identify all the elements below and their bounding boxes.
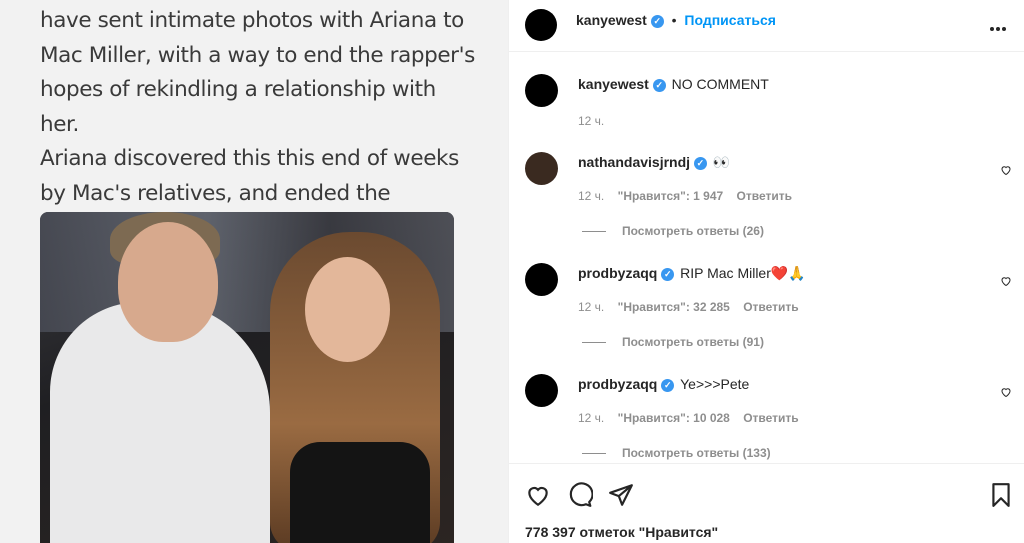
post-actions: 778 397 отметок "Нравится" [509,463,1024,543]
header-username[interactable]: kanyewest [576,12,647,28]
post-image-text: have sent intimate photos with Ariana to… [40,8,475,240]
verified-badge-icon: ✓ [693,156,707,170]
verified-badge-icon: ✓ [661,378,675,392]
view-replies-label: Посмотреть ответы (26) [622,224,764,238]
comment-time[interactable]: 12 ч. [578,411,604,425]
view-replies-button[interactable]: Посмотреть ответы (91) [582,335,764,349]
comment-time[interactable]: 12 ч. [578,300,604,314]
comment-username[interactable]: prodbyzaqq [578,376,657,392]
comment-text: 👀 [712,154,731,170]
heart-icon[interactable] [1000,275,1012,287]
comment-username[interactable]: nathandavisjrndj [578,154,690,170]
comment-likes[interactable]: "Нравится": 32 285 [618,300,730,314]
avatar[interactable] [525,263,558,296]
view-replies-button[interactable]: Посмотреть ответы (133) [582,446,771,460]
view-replies-label: Посмотреть ответы (133) [622,446,771,460]
comment-likes[interactable]: "Нравится": 1 947 [618,189,724,203]
reply-button[interactable]: Ответить [737,189,792,203]
comment-text: Ye>>>Pete [680,376,750,392]
comment-icon[interactable] [567,482,593,508]
comment-username[interactable]: prodbyzaqq [578,265,657,281]
post-header: kanyewest ✓ • Подписаться [509,0,1024,52]
verified-badge-icon: ✓ [652,78,666,92]
post-image: have sent intimate photos with Ariana to… [0,0,508,543]
caption-time[interactable]: 12 ч. [578,114,604,128]
follow-button[interactable]: Подписаться [684,12,776,28]
reply-button[interactable]: Ответить [743,411,798,425]
comments-list[interactable]: kanyewest ✓ NO COMMENT 12 ч. nathandavis… [509,53,1024,463]
header-separator: • [671,12,677,28]
avatar[interactable] [525,9,557,41]
post-details-panel: kanyewest ✓ • Подписаться kanyewest ✓ NO… [509,0,1024,543]
verified-badge-icon: ✓ [661,267,675,281]
comment-text: RIP Mac Miller❤️🙏 [680,265,806,281]
avatar[interactable] [525,152,558,185]
caption-text: NO COMMENT [671,76,769,92]
share-icon[interactable] [608,482,634,508]
view-replies-button[interactable]: Посмотреть ответы (26) [582,224,764,238]
view-replies-label: Посмотреть ответы (91) [622,335,764,349]
more-options-icon[interactable] [990,18,1008,31]
caption-username[interactable]: kanyewest [578,76,649,92]
verified-badge-icon: ✓ [650,14,664,28]
avatar[interactable] [525,374,558,407]
heart-icon[interactable] [1000,164,1012,176]
comment-likes[interactable]: "Нравится": 10 028 [618,411,730,425]
reply-button[interactable]: Ответить [743,300,798,314]
avatar[interactable] [525,74,558,107]
heart-icon[interactable] [1000,386,1012,398]
heart-icon[interactable] [525,482,551,508]
bookmark-icon[interactable] [988,482,1014,508]
post-photo [40,212,454,543]
comment-time[interactable]: 12 ч. [578,189,604,203]
likes-count[interactable]: 778 397 отметок "Нравится" [525,524,718,540]
